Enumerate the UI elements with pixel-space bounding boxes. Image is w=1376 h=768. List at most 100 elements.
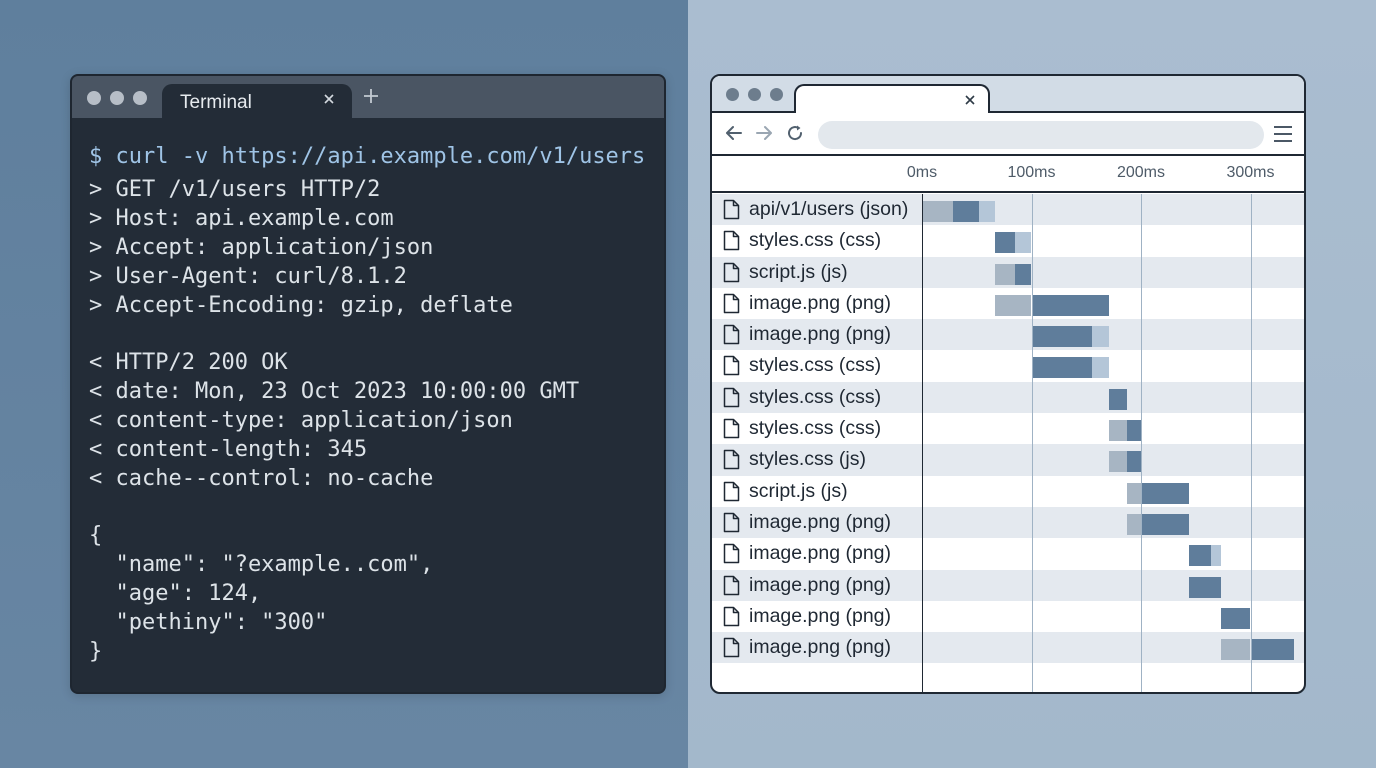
minimize-window-button[interactable] [748,88,761,101]
timeline-gridline [1031,194,1033,692]
request-row[interactable]: image.png (png) [712,287,1304,320]
request-name: script.js (js) [749,260,848,283]
timing-bar-wait [1109,451,1127,473]
timing-bar-light [1015,232,1032,254]
browser-window: 0ms 100ms 200ms 300ms api/v1/users (json) st… [710,74,1306,694]
request-row[interactable]: styles.css (css) [712,225,1304,257]
timing-bar-wait [1126,482,1141,504]
timing-bar-download [1109,388,1127,410]
hamburger-menu-icon[interactable] [1274,126,1292,147]
browser-titlebar [712,76,1304,117]
network-waterfall: 0ms 100ms 200ms 300ms api/v1/users (json) st… [712,156,1304,692]
timeline-tick-label: 200ms [1116,164,1166,181]
file-icon [723,293,740,314]
request-name: styles.css (css) [749,417,882,440]
request-row[interactable]: styles.css (js) [712,444,1304,476]
timing-bar-download [995,232,1016,254]
arrow-left-icon[interactable] [724,123,744,148]
request-row[interactable]: script.js (js) [712,475,1304,507]
request-row[interactable]: styles.css (css) [712,350,1304,382]
window-controls [87,91,147,105]
file-icon [723,356,740,376]
request-name: styles.css (css) [749,385,882,408]
request-row[interactable]: image.png (png) [712,600,1304,633]
file-icon [723,231,740,251]
body-line: "age": 124, [89,581,262,606]
request-name: image.png (png) [749,542,892,565]
timing-bar-light [1211,545,1221,567]
timing-bar-light [1091,357,1110,379]
body-line: "name": "?example..com", [89,552,434,577]
timing-bar-wait [1220,639,1251,661]
request-row[interactable]: image.png (png) [712,538,1304,570]
request-name: api/v1/users (json) [749,198,909,220]
request-name: styles.css (css) [749,354,882,377]
request-line: > User-Agent: curl/8.1.2 [89,264,407,289]
close-icon[interactable] [963,92,977,111]
close-icon[interactable] [322,92,336,106]
timeline-tick-label: 300ms [1226,164,1275,181]
timing-bar-download [1126,420,1141,442]
browser-toolbar [712,113,1304,156]
maximize-window-button[interactable] [770,88,783,101]
window-controls [726,88,783,101]
terminal-titlebar: Terminal [72,76,664,118]
request-name: image.png (png) [749,323,892,346]
file-icon [723,450,740,470]
request-row[interactable]: api/v1/users (json) [712,194,1304,226]
timing-bar-download [1141,482,1190,504]
request-row[interactable]: image.png (png) [712,569,1304,601]
response-line: < content-length: 345 [89,437,368,462]
request-name: styles.css (css) [749,229,882,252]
request-name: styles.css (js) [749,448,866,471]
waterfall-header: 0ms 100ms 200ms 300ms [712,156,1304,193]
request-row[interactable]: image.png (png) [712,506,1304,539]
terminal-tab[interactable]: Terminal [162,84,352,118]
timing-bar-wait [1109,420,1127,442]
timing-bar-download [1031,357,1092,379]
file-icon [723,606,740,627]
request-line: > Host: api.example.com [89,206,394,231]
timing-bar-download [1015,263,1032,285]
minimize-window-button[interactable] [110,91,124,105]
timing-bar-light [1091,326,1110,348]
timeline-tick-label: 100ms [1007,164,1056,181]
response-line: < date: Mon, 23 Oct 2023 10:00:00 GMT [89,379,580,404]
timing-bar-light [978,201,996,222]
terminal-command: $ curl -v https://api.example.com/v1/use… [89,144,646,169]
file-icon [723,199,740,220]
close-window-button[interactable] [726,88,739,101]
address-bar[interactable] [818,121,1264,149]
plus-icon[interactable] [362,87,380,107]
terminal-window: Terminal $ curl -v https://api.example.c… [70,74,666,694]
request-row[interactable]: image.png (png) [712,632,1304,664]
request-line: > Accept: application/json [89,235,434,260]
timing-bar-download [1250,639,1295,661]
request-row[interactable]: styles.css (css) [712,381,1304,414]
request-row[interactable]: script.js (js) [712,256,1304,288]
timeline-tick-label: 0ms [906,164,938,181]
timing-bar-download [1189,545,1212,567]
request-name: image.png (png) [749,573,892,596]
file-icon [723,544,740,564]
file-icon [723,481,740,501]
request-list: api/v1/users (json) styles.css (css) scrip… [712,194,1304,664]
maximize-window-button[interactable] [133,91,147,105]
file-icon [723,575,740,595]
response-line: < content-type: application/json [89,408,513,433]
request-row[interactable]: styles.css (css) [712,413,1304,445]
reload-icon[interactable] [785,123,805,148]
arrow-right-icon[interactable] [754,123,774,148]
timing-bar-download [952,201,979,222]
file-icon [723,387,740,408]
timing-bar-download [1189,576,1221,598]
body-line: "pethiny": "300" [89,610,328,635]
close-window-button[interactable] [87,91,101,105]
file-icon [723,262,740,282]
response-line: < cache--control: no-cache [89,466,434,491]
timeline-axis-line [922,194,923,692]
timing-bar-download [1141,513,1190,535]
request-name: image.png (png) [749,604,892,627]
timing-bar-download [1031,326,1092,348]
request-row[interactable]: image.png (png) [712,319,1304,351]
